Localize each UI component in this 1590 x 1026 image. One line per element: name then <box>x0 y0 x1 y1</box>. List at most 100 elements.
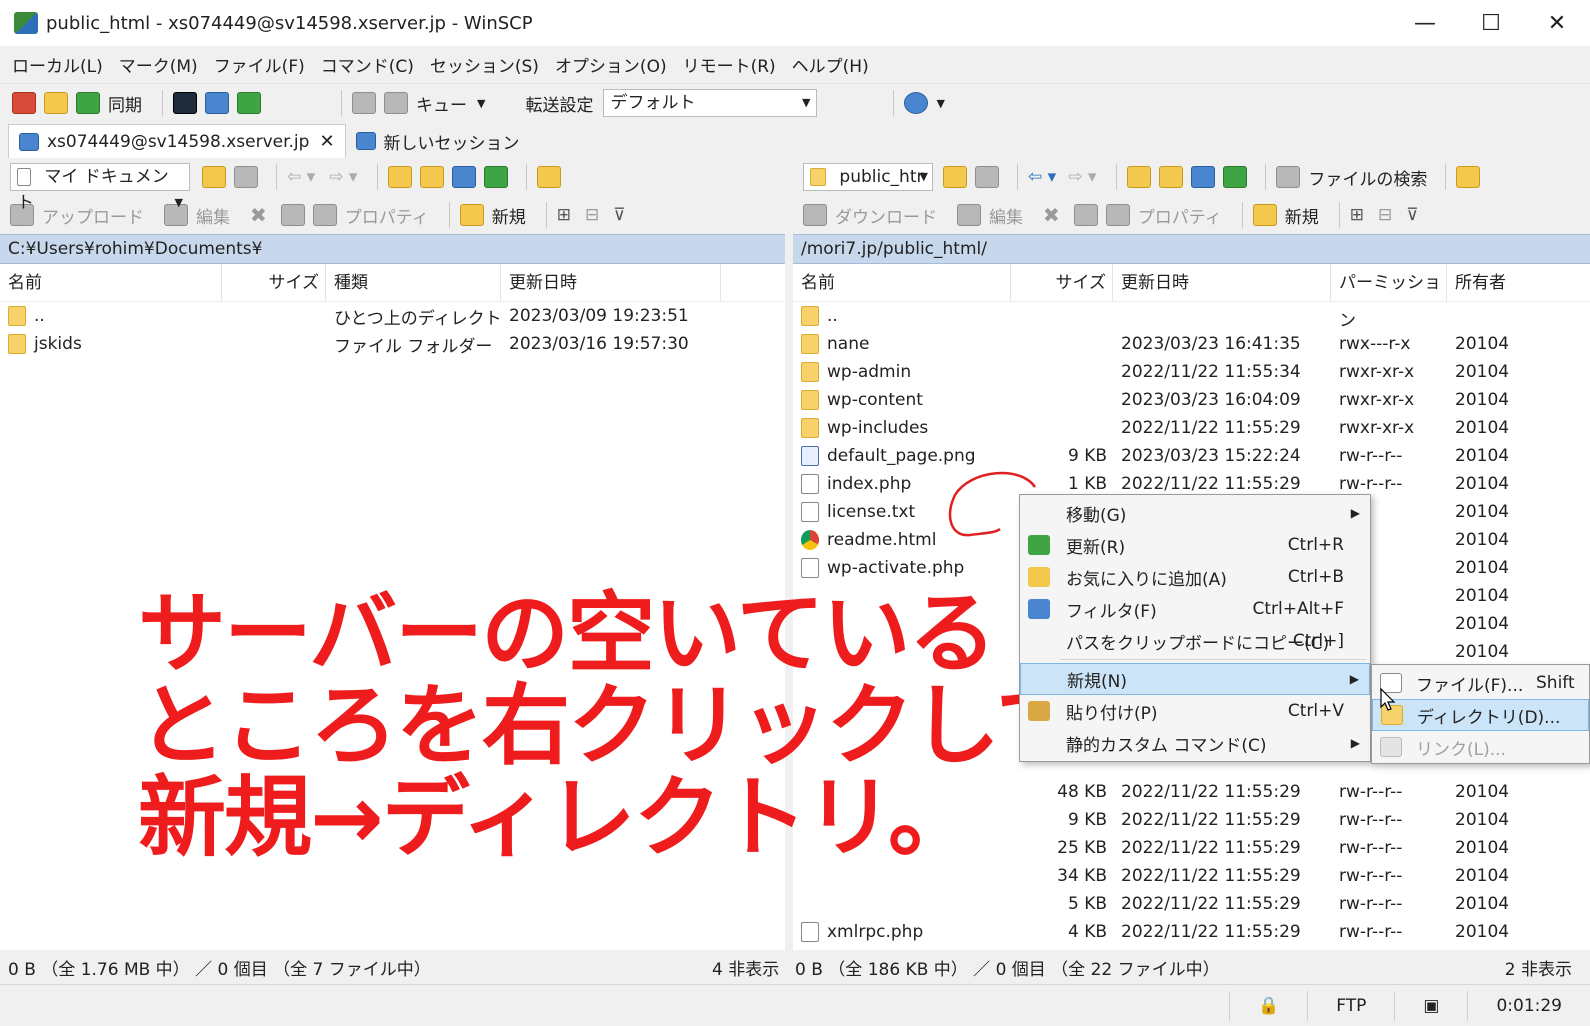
sync-icon[interactable] <box>76 92 100 114</box>
find-files-button[interactable]: ファイルの検索 <box>1308 165 1427 190</box>
list-item[interactable]: wp-includes 2022/11/22 11:55:29 rwxr-xr-x 2… <box>793 414 1590 442</box>
col-permissions[interactable]: パーミッション <box>1331 264 1447 331</box>
back-arrow-icon[interactable]: ⇦ ▾ <box>287 167 315 187</box>
list-item[interactable]: .. ひとつ上のディレクトリ 2023/03/09 19:23:51 <box>0 302 785 330</box>
list-item[interactable]: wp-admin 2022/11/22 11:55:34 rwxr-xr-x 2010… <box>793 358 1590 386</box>
root-dir-icon[interactable] <box>420 166 445 188</box>
maximize-icon[interactable]: ☐ <box>1458 0 1524 46</box>
refresh-icon[interactable] <box>1223 166 1248 188</box>
download-button[interactable]: ダウンロード <box>835 203 937 228</box>
menu-mark[interactable]: マーク(M) <box>119 52 198 77</box>
root-dir-icon[interactable] <box>1159 166 1184 188</box>
properties-button[interactable]: プロパティ <box>1138 203 1222 228</box>
edit-button[interactable]: 編集 <box>989 203 1023 228</box>
col-name[interactable]: 名前 <box>0 264 222 301</box>
col-size[interactable]: サイズ <box>1011 264 1113 301</box>
remote-location-select[interactable]: public_htr ▼ <box>803 163 933 191</box>
expand-icon[interactable]: ⊞ <box>557 205 571 225</box>
putty-icon[interactable] <box>205 92 229 114</box>
list-item[interactable]: default_page.png 9 KB 2023/03/23 15:22:24 r… <box>793 442 1590 470</box>
home-icon[interactable] <box>452 166 477 188</box>
parent-dir-icon[interactable] <box>1127 166 1152 188</box>
col-date[interactable]: 更新日時 <box>1113 264 1331 301</box>
compare-dirs-icon[interactable] <box>12 92 36 114</box>
list-item[interactable]: 5 KB 2022/11/22 11:55:29 rw-r--r-- 20104 <box>793 890 1590 918</box>
rename-icon[interactable] <box>280 204 305 226</box>
context-menu-item[interactable]: 新規(N) ▶ <box>1020 663 1370 695</box>
search-icon[interactable] <box>1276 166 1301 188</box>
col-size[interactable]: サイズ <box>222 264 326 301</box>
menu-session[interactable]: セッション(S) <box>430 52 539 77</box>
close-icon[interactable]: ✕ <box>1524 0 1590 46</box>
col-name[interactable]: 名前 <box>793 264 1011 301</box>
new-folder-icon[interactable] <box>459 204 484 226</box>
collapse-icon[interactable]: ⊟ <box>1378 205 1392 225</box>
tree-icon[interactable] <box>537 166 562 188</box>
list-item[interactable]: jskids ファイル フォルダー 2023/03/16 19:57:30 <box>0 330 785 358</box>
transfer-settings-select[interactable]: デフォルト ▼ <box>603 89 818 117</box>
remote-hidden-count[interactable]: 2 非表示 <box>1505 955 1572 980</box>
menu-remote[interactable]: リモート(R) <box>683 52 776 77</box>
chevron-down-icon[interactable]: ▼ <box>936 97 944 110</box>
menu-local[interactable]: ローカル(L) <box>12 52 103 77</box>
col-type[interactable]: 種類 <box>326 264 501 301</box>
context-menu-item[interactable]: 貼り付け(P) Ctrl+V <box>1020 695 1370 727</box>
properties-button[interactable]: プロパティ <box>345 203 429 228</box>
properties-icon[interactable] <box>312 204 337 226</box>
col-date[interactable]: 更新日時 <box>501 264 721 301</box>
open-folder-icon[interactable] <box>943 166 967 188</box>
col-owner[interactable]: 所有者 <box>1447 264 1590 301</box>
back-arrow-icon[interactable]: ⇦ ▾ <box>1028 167 1056 187</box>
filter-icon[interactable] <box>234 166 258 188</box>
edit-icon[interactable] <box>957 204 981 226</box>
list-item[interactable]: xmlrpc.php 4 KB 2022/11/22 11:55:29 rw-r--r… <box>793 918 1590 946</box>
local-location-select[interactable]: マイ ドキュメント ▼ <box>10 163 190 213</box>
tab-session[interactable]: xs074449@sv14598.xserver.jp ✕ <box>8 124 346 158</box>
new-button[interactable]: 新規 <box>1285 203 1319 228</box>
context-menu-item[interactable]: 更新(R) Ctrl+R <box>1020 529 1370 561</box>
filter-icon[interactable]: ⊽ <box>1406 205 1418 225</box>
expand-icon[interactable]: ⊞ <box>1350 205 1364 225</box>
upload-button[interactable]: アップロード <box>42 203 144 228</box>
remote-path-bar[interactable]: /mori7.jp/public_html/ <box>793 234 1590 264</box>
open-folder-icon[interactable] <box>202 166 226 188</box>
delete-icon[interactable]: ✖ <box>250 203 267 227</box>
chevron-down-icon[interactable]: ▼ <box>477 97 485 110</box>
home-icon[interactable] <box>1191 166 1216 188</box>
connection-icon[interactable]: ▣ <box>1394 990 1467 1021</box>
rename-icon[interactable] <box>1073 204 1098 226</box>
tree-icon[interactable] <box>1456 166 1481 188</box>
filter-icon[interactable]: ⊽ <box>613 205 625 225</box>
gear-icon[interactable] <box>352 92 376 114</box>
refresh-icon[interactable] <box>484 166 509 188</box>
context-menu-item[interactable]: お気に入りに追加(A) Ctrl+B <box>1020 561 1370 593</box>
context-menu-item[interactable]: パスをクリップボードにコピー(C) Ctrl+] <box>1020 625 1370 657</box>
queue-icon[interactable] <box>384 92 408 114</box>
menu-options[interactable]: オプション(O) <box>555 52 667 77</box>
queue-button-label[interactable]: キュー <box>416 91 467 116</box>
context-menu-item[interactable]: 静的カスタム コマンド(C) ▶ <box>1020 727 1370 759</box>
menu-file[interactable]: ファイル(F) <box>214 52 305 77</box>
tab-new-session[interactable]: 新しいセッション <box>346 124 530 158</box>
menu-help[interactable]: ヘルプ(H) <box>792 52 869 77</box>
collapse-icon[interactable]: ⊟ <box>585 205 599 225</box>
sync-button-label[interactable]: 同期 <box>108 91 142 116</box>
context-menu-item[interactable]: フィルタ(F) Ctrl+Alt+F <box>1020 593 1370 625</box>
download-icon[interactable] <box>803 204 827 226</box>
forward-arrow-icon[interactable]: ⇨ ▾ <box>329 167 357 187</box>
minimize-icon[interactable]: — <box>1392 0 1458 46</box>
new-folder-icon[interactable] <box>1252 204 1277 226</box>
delete-icon[interactable]: ✖ <box>1043 203 1060 227</box>
queue-sync-icon[interactable] <box>237 92 261 114</box>
terminal-icon[interactable] <box>173 92 197 114</box>
close-tab-icon[interactable]: ✕ <box>319 131 334 152</box>
parent-dir-icon[interactable] <box>388 166 413 188</box>
list-item[interactable]: wp-content 2023/03/23 16:04:09 rwxr-xr-x 20… <box>793 386 1590 414</box>
edit-button[interactable]: 編集 <box>196 203 230 228</box>
list-item[interactable]: nane 2023/03/23 16:41:35 rwx---r-x 20104 <box>793 330 1590 358</box>
globe-icon[interactable] <box>904 92 929 114</box>
list-item[interactable]: .. <box>793 302 1590 330</box>
submenu-new-directory[interactable]: ディレクトリ(D)... <box>1372 699 1589 731</box>
submenu-new-link[interactable]: リンク(L)... <box>1372 731 1589 763</box>
filter-icon[interactable] <box>975 166 999 188</box>
